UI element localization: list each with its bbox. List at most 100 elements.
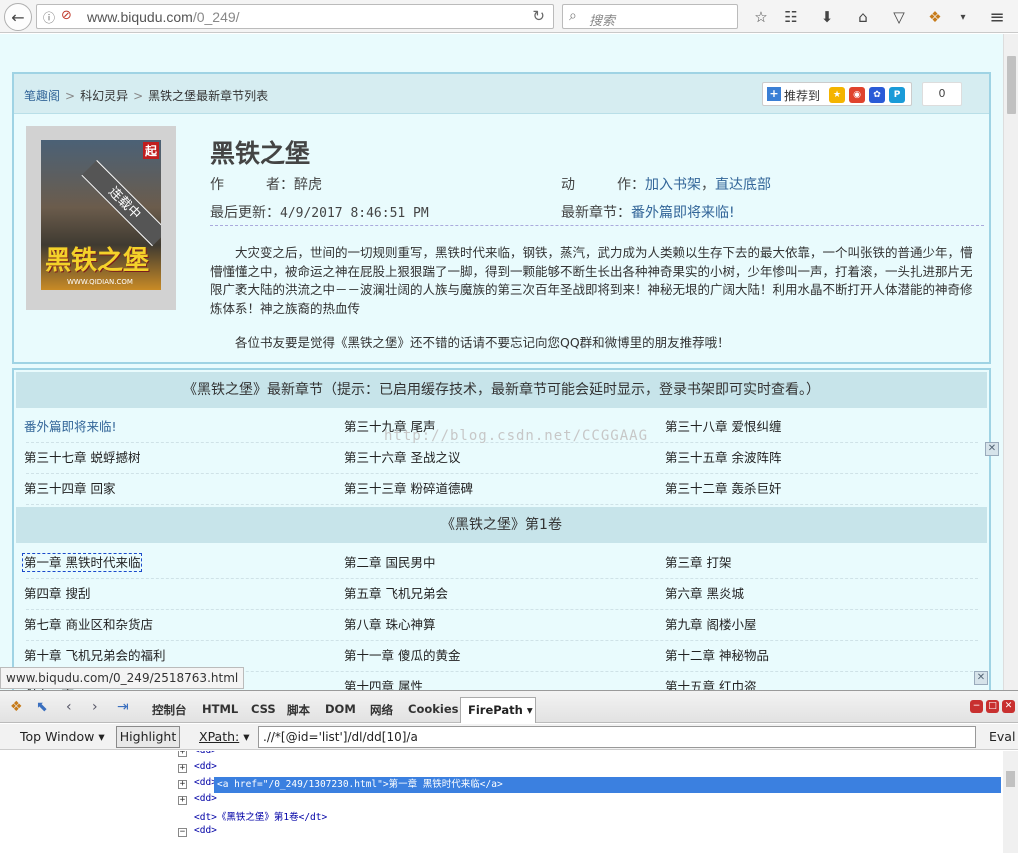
breadcrumb-separator: > [133, 89, 144, 103]
xpath-input[interactable]: .//*[@id='list']/dl/dd[10]/a [258, 726, 976, 748]
detach-icon[interactable]: □ [986, 700, 999, 713]
close-icon[interactable]: ✕ [985, 442, 999, 456]
book-cover[interactable]: 起 连载中 黑铁之堡 WWW.QIDIAN.COM [26, 126, 176, 310]
updated-line: 最后更新：4/9/2017 8:46:51 PM [210, 202, 429, 222]
firebug-icon[interactable]: ❖ [10, 699, 23, 715]
chapter-link[interactable]: 第三十六章 圣战之议 [344, 442, 460, 473]
minimize-icon[interactable]: − [970, 700, 983, 713]
info-icon[interactable]: ⓘ [43, 9, 55, 26]
share-count: 0 [922, 82, 962, 106]
chapter-link[interactable]: 第三十七章 蜕蜉撼树 [24, 442, 140, 473]
expand-icon[interactable]: + [178, 751, 187, 757]
firebug-tab[interactable]: Cookies [408, 702, 458, 716]
tencent-icon[interactable]: P [889, 87, 905, 103]
scrollbar-thumb[interactable] [1006, 771, 1015, 787]
chapter-link[interactable]: 第十一章 傻瓜的黄金 [344, 640, 460, 671]
share-label[interactable]: 推荐到 [784, 87, 820, 104]
latest-line: 最新章节：番外篇即将来临! [561, 202, 735, 222]
back-button[interactable]: ← [4, 3, 32, 31]
chapter-link[interactable]: 第十二章 神秘物品 [665, 640, 769, 671]
chapter-link[interactable]: 第七章 商业区和杂货店 [24, 609, 153, 640]
go-bottom-link[interactable]: 直达底部 [715, 177, 771, 193]
breadcrumb-bar: 笔趣阁 > 科幻灵异 > 黑铁之堡最新章节列表 + 推荐到 ★ ◉ ✿ P 0 [14, 74, 989, 114]
chevron-down-icon[interactable]: ▾ [952, 6, 974, 28]
back-arrow-icon[interactable]: ‹ [66, 699, 72, 715]
reload-icon[interactable]: ↻ [532, 7, 545, 25]
firebug-tab[interactable]: 网络 [370, 702, 393, 718]
firebug-tab[interactable]: 脚本 [287, 702, 310, 718]
chapter-title: 第三十三章 粉碎道德碑 [344, 481, 473, 496]
weibo-icon[interactable]: ◉ [849, 87, 865, 103]
firebug-tab[interactable]: 控制台 [152, 702, 187, 718]
expand-icon[interactable]: + [178, 780, 187, 789]
expand-icon[interactable]: + [178, 796, 187, 805]
close-icon[interactable]: ✕ [974, 671, 988, 685]
collapse-icon[interactable]: − [178, 828, 187, 837]
bookmark-star-icon[interactable]: ☆ [750, 6, 772, 28]
tracking-blocked-icon[interactable]: ⊘ [61, 8, 72, 23]
breadcrumb-current: 黑铁之堡最新章节列表 [148, 89, 269, 103]
share-plus-icon[interactable]: + [767, 87, 781, 101]
chapter-link[interactable]: 第三章 打架 [665, 547, 731, 578]
firebug-scrollbar[interactable] [1003, 751, 1018, 853]
chapter-title: 第四章 搜刮 [24, 586, 91, 601]
inspect-icon[interactable]: ⬉ [36, 699, 48, 715]
page-scrollbar[interactable] [1003, 34, 1018, 690]
chapter-link[interactable]: 第二章 国民男中 [344, 547, 435, 578]
breadcrumb-home-link[interactable]: 笔趣阁 [24, 89, 60, 103]
chapter-link[interactable]: 第三十四章 回家 [24, 473, 115, 504]
chapter-link[interactable]: 第九章 阁楼小屋 [665, 609, 756, 640]
address-bar[interactable]: ⓘ ⊘ www.biqudu.com/0_249/ ↻ [36, 4, 554, 29]
forward-arrow-icon[interactable]: › [92, 699, 98, 715]
cover-title: 黑铁之堡 [45, 246, 150, 276]
chapter-link[interactable]: 第三十二章 轰杀巨奸 [665, 473, 781, 504]
window-selector[interactable]: Top Window ▾ [20, 729, 105, 744]
breadcrumb-category-link[interactable]: 科幻灵异 [80, 89, 128, 103]
chapter-link[interactable]: 第三十五章 余波阵阵 [665, 442, 781, 473]
eval-button[interactable]: Eval [989, 729, 1015, 744]
menu-icon[interactable]: ≡ [986, 6, 1008, 28]
qzone-icon[interactable]: ★ [829, 87, 845, 103]
scrollbar-thumb[interactable] [1007, 56, 1016, 114]
tree-node[interactable]: <dd> [194, 825, 217, 836]
chapter-link[interactable]: 第十五章 红巾盗 [665, 671, 756, 690]
row-divider [26, 609, 978, 610]
add-bookshelf-link[interactable]: 加入书架 [645, 177, 701, 193]
search-input[interactable]: ⌕ 搜索 [562, 4, 738, 29]
chapter-link[interactable]: 第三十八章 爱恨纠缠 [665, 411, 781, 442]
tab-firepath[interactable]: FirePath ▾ [460, 697, 536, 723]
chapter-link[interactable]: 第四章 搜刮 [24, 578, 90, 609]
chapter-title: 第六章 黑炎城 [665, 586, 744, 601]
pocket-icon[interactable]: ▽ [888, 6, 910, 28]
highlight-button[interactable]: Highlight [116, 726, 180, 748]
xpath-selector[interactable]: XPath: ▾ [199, 729, 249, 744]
firebug-tab[interactable]: CSS [251, 702, 276, 716]
firebug-tab[interactable]: HTML [202, 702, 238, 716]
home-icon[interactable]: ⌂ [852, 6, 874, 28]
chapter-link[interactable]: 第三十三章 粉碎道德碑 [344, 473, 473, 504]
chapter-link[interactable]: 第一章 黑铁时代来临 [21, 547, 143, 578]
tree-node[interactable]: <dd> [194, 761, 217, 772]
chapter-link[interactable]: 番外篇即将来临! [24, 411, 117, 442]
chevron-down-icon: ▾ [526, 703, 533, 717]
expand-icon[interactable]: + [178, 764, 187, 773]
chapter-link[interactable]: 第十四章 属性 [344, 671, 423, 690]
selected-node[interactable]: <a href="/0_249/1307230.html">第一章 黑铁时代来临… [214, 777, 1001, 793]
chapter-title: 番外篇即将来临! [24, 419, 117, 434]
tree-node[interactable]: <dd> [194, 793, 217, 804]
firebug-tab[interactable]: DOM [325, 702, 356, 716]
baidu-icon[interactable]: ✿ [869, 87, 885, 103]
chapter-link[interactable]: 第六章 黑炎城 [665, 578, 744, 609]
tree-node[interactable]: <dt>《黑铁之堡》第1卷</dt> [194, 809, 327, 823]
close-icon[interactable]: ✕ [1002, 700, 1015, 713]
chapter-link[interactable]: 第八章 珠心神算 [344, 609, 435, 640]
tree-node[interactable]: <dd> [194, 751, 217, 756]
firebug-icon[interactable]: ❖ [924, 6, 946, 28]
command-line-icon[interactable]: ⇥ [117, 699, 129, 715]
latest-label: 最新章节： [561, 205, 631, 221]
latest-chapter-link[interactable]: 番外篇即将来临! [631, 205, 735, 221]
reader-list-icon[interactable]: ☷ [780, 6, 802, 28]
chapter-link[interactable]: 第五章 飞机兄弟会 [344, 578, 448, 609]
recommend-text: 各位书友要是觉得《黑铁之堡》还不错的话请不要忘记向您QQ群和微博里的朋友推荐哦！ [235, 335, 730, 350]
download-icon[interactable]: ⬇ [816, 6, 838, 28]
